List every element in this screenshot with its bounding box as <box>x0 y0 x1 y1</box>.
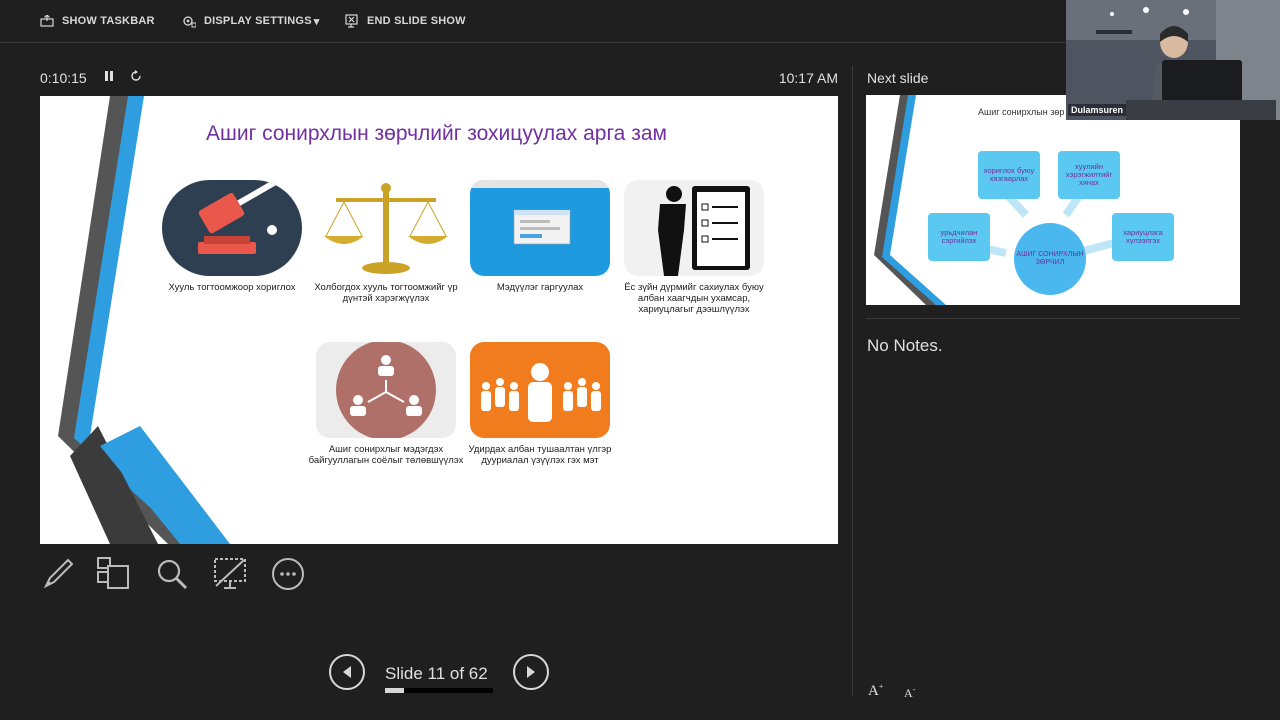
show-taskbar-label: SHOW TASKBAR <box>62 15 155 27</box>
more-options-button[interactable] <box>270 556 306 597</box>
webcam-scene <box>1066 0 1280 120</box>
leader-group-icon <box>481 363 601 422</box>
speaker-notes: No Notes. <box>867 336 943 355</box>
next-slide-title: Ашиг сонирхлын зөр <box>978 107 1065 117</box>
restart-icon <box>131 70 141 81</box>
notes-separator <box>866 318 1240 319</box>
org-people-tile <box>316 342 456 438</box>
pause-timer-button[interactable] <box>104 70 114 85</box>
current-slide[interactable]: Ашиг сонирхлын зөрчлийг зохицуулах арга … <box>40 96 838 544</box>
increase-font-label: A <box>868 683 879 699</box>
next-slide-label: Next slide <box>867 70 929 86</box>
current-time: 10:17 AM <box>778 70 838 86</box>
arrow-right-icon <box>527 666 535 678</box>
form-window-icon <box>470 180 610 245</box>
next-bubble-4: хариуцлага хүлээлгэх <box>1112 213 1174 261</box>
item-caption-6: Удирдах албан тушаалтан үлгэр дууриалал … <box>468 444 612 466</box>
checklist-tile <box>624 180 764 276</box>
decrease-font-label: A <box>904 686 913 700</box>
see-all-slides-button[interactable] <box>96 556 132 597</box>
pen-icon <box>43 558 74 589</box>
slide-counter[interactable]: Slide 11 of 62 <box>385 664 488 684</box>
pane-divider[interactable] <box>852 66 853 696</box>
slide-progress-fill <box>385 688 405 693</box>
restart-timer-button[interactable] <box>130 70 142 85</box>
chevron-down-icon: ▾ <box>313 15 320 28</box>
next-slide-thumbnail[interactable]: Ашиг сонирхлын зөр хориглох буюу хязгаар… <box>866 95 1240 305</box>
end-show-icon <box>345 14 359 28</box>
increase-font-button[interactable]: A+ <box>868 682 883 700</box>
slides-grid-icon <box>97 557 129 589</box>
display-settings-button[interactable]: DISPLAY SETTINGS ▾ <box>182 14 319 28</box>
item-caption-3: Мэдүүлэг гаргуулах <box>496 282 584 293</box>
next-bubble-2: хуулийн хэрэгжилтийг хянах <box>1058 151 1120 199</box>
taskbar-icon <box>40 14 54 28</box>
more-icon <box>272 558 304 590</box>
next-slide-button[interactable] <box>513 654 549 690</box>
participant-name: Dulamsuren <box>1068 104 1127 116</box>
display-settings-label: DISPLAY SETTINGS <box>204 15 312 27</box>
item-caption-1: Хууль тогтоомжоор хориглох <box>168 282 296 293</box>
pause-icon <box>105 71 113 81</box>
item-caption-4: Ёс зүйн дүрмийг сахиулах буюу албан хааг… <box>624 282 764 315</box>
form-window-tile <box>470 180 610 276</box>
org-people-icon <box>336 342 436 438</box>
end-slide-show-button[interactable]: END SLIDE SHOW <box>345 14 466 28</box>
slide-progress-bar <box>385 688 493 693</box>
item-caption-5: Ашиг сонирхлыг мэдэгдэх байгууллагын соё… <box>308 444 464 466</box>
elapsed-timer: 0:10:15 <box>40 70 87 86</box>
zoom-button[interactable] <box>154 556 190 597</box>
presenter-toolbar: SHOW TASKBAR DISPLAY SETTINGS ▾ END SLID… <box>0 0 1066 43</box>
black-screen-button[interactable] <box>212 556 248 597</box>
pen-tool-button[interactable] <box>40 556 76 597</box>
end-slide-show-label: END SLIDE SHOW <box>367 15 466 27</box>
gavel-tile <box>162 180 302 276</box>
arrow-left-icon <box>343 666 351 678</box>
next-bubble-1: хориглох буюу хязгаарлах <box>978 151 1040 199</box>
show-taskbar-button[interactable]: SHOW TASKBAR <box>40 14 155 28</box>
next-slide-center-circle: АШИГ СОНИРХЛЫН ЗӨРЧИЛ <box>1014 223 1086 295</box>
item-caption-2: Холбогдох хууль тогтоомжийг үр дүнтэй хэ… <box>314 282 458 304</box>
display-settings-icon <box>182 14 196 28</box>
magnifier-icon <box>157 559 188 590</box>
webcam-video: Dulamsuren <box>1066 0 1280 120</box>
scales-icon <box>324 183 448 274</box>
slide-decor-stripes <box>58 96 230 544</box>
scales-tile <box>316 180 456 276</box>
leader-group-tile <box>470 342 610 438</box>
checklist-icon <box>658 186 750 276</box>
previous-slide-button[interactable] <box>329 654 365 690</box>
decrease-font-button[interactable]: A- <box>904 685 915 701</box>
screen-off-icon <box>214 558 246 589</box>
slide-title: Ашиг сонирхлын зөрчлийг зохицуулах арга … <box>206 122 667 145</box>
gavel-icon <box>198 180 279 254</box>
next-bubble-3: урьдчилан сэргийлэх <box>928 213 990 261</box>
